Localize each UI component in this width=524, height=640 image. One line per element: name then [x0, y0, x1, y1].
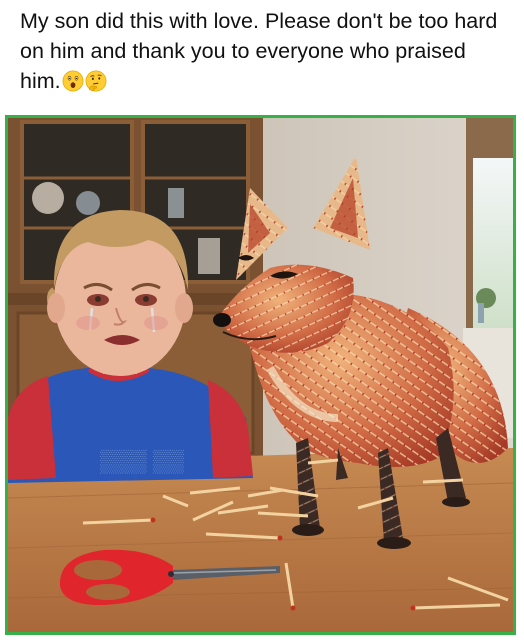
astonished-face-icon	[62, 70, 84, 92]
thinking-face-icon	[85, 70, 107, 92]
svg-text:▒▒▒ ▒▒: ▒▒▒ ▒▒	[100, 448, 184, 474]
post-caption: My son did this with love. Please don't …	[20, 6, 510, 96]
photo-scene: ▒▒▒ ▒▒	[8, 118, 513, 632]
post-photo: ▒▒▒ ▒▒	[5, 115, 516, 635]
post: My son did this with love. Please don't …	[0, 0, 524, 640]
